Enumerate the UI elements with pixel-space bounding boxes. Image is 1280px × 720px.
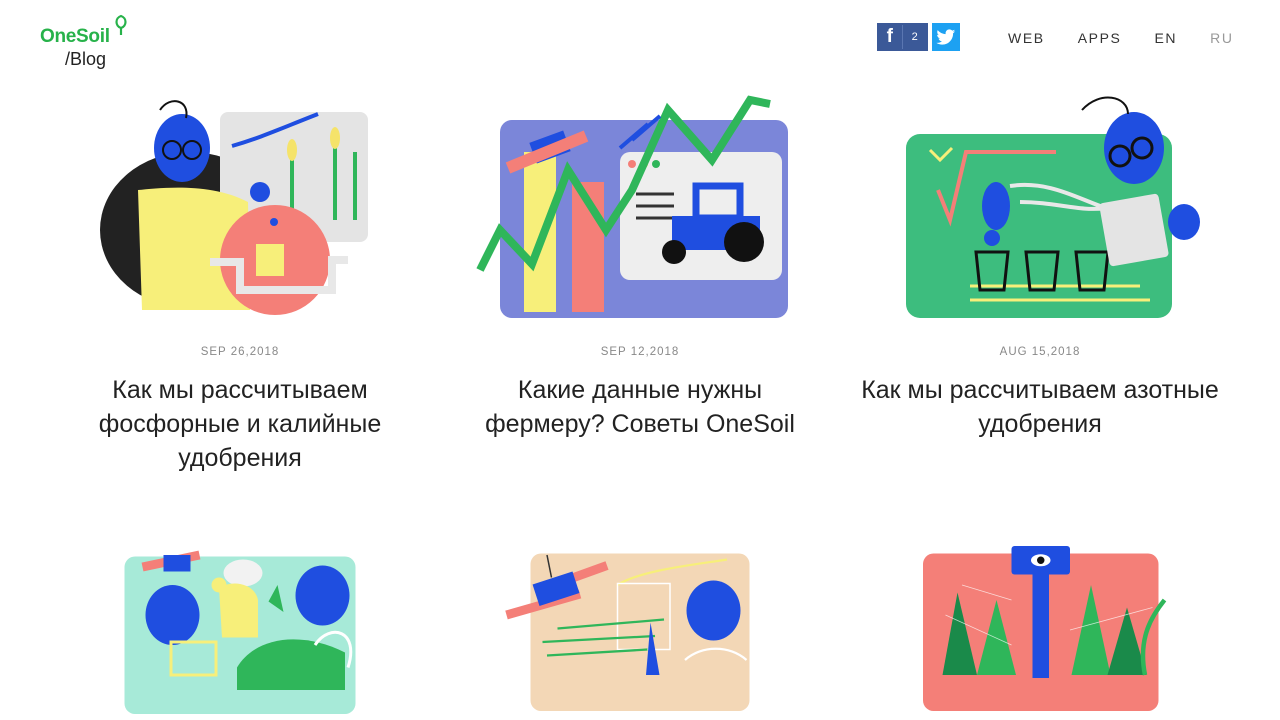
main-nav: WEB APPS EN RU [1008, 30, 1234, 46]
nav-web[interactable]: WEB [1008, 30, 1045, 46]
leaf-icon [115, 14, 127, 35]
post-title[interactable]: Как мы рассчитываем фосфорные и калийные… [60, 373, 420, 475]
post-date: SEP 26,2018 [200, 346, 280, 358]
facebook-icon: f [886, 26, 893, 47]
onesoil-blog-logo[interactable]: OneSoil /Blog [40, 14, 140, 74]
social-share: f 2 [877, 23, 960, 51]
twitter-icon [936, 28, 956, 45]
post-illustration [100, 100, 368, 315]
post-illustration [906, 96, 1200, 318]
post-date: AUG 15,2018 [999, 346, 1081, 358]
post-illustration [505, 553, 750, 711]
twitter-share-button[interactable] [932, 23, 960, 51]
facebook-share-button[interactable]: f 2 [877, 23, 928, 51]
post-illustration [124, 550, 356, 714]
logo-text: OneSoil [40, 26, 110, 47]
nav-lang-en[interactable]: EN [1154, 30, 1177, 46]
post-title[interactable]: Как мы рассчитываем азотные удобрения [860, 373, 1220, 441]
post-illustration [476, 95, 788, 318]
nav-apps[interactable]: APPS [1078, 30, 1122, 46]
facebook-share-count: 2 [902, 25, 926, 49]
post-title[interactable]: Какие данные нужны фермеру? Советы OneSo… [460, 373, 820, 441]
post-date: SEP 12,2018 [600, 346, 680, 358]
nav-lang-ru[interactable]: RU [1210, 30, 1233, 46]
logo-section: /Blog [65, 49, 107, 69]
post-illustration [923, 546, 1167, 711]
